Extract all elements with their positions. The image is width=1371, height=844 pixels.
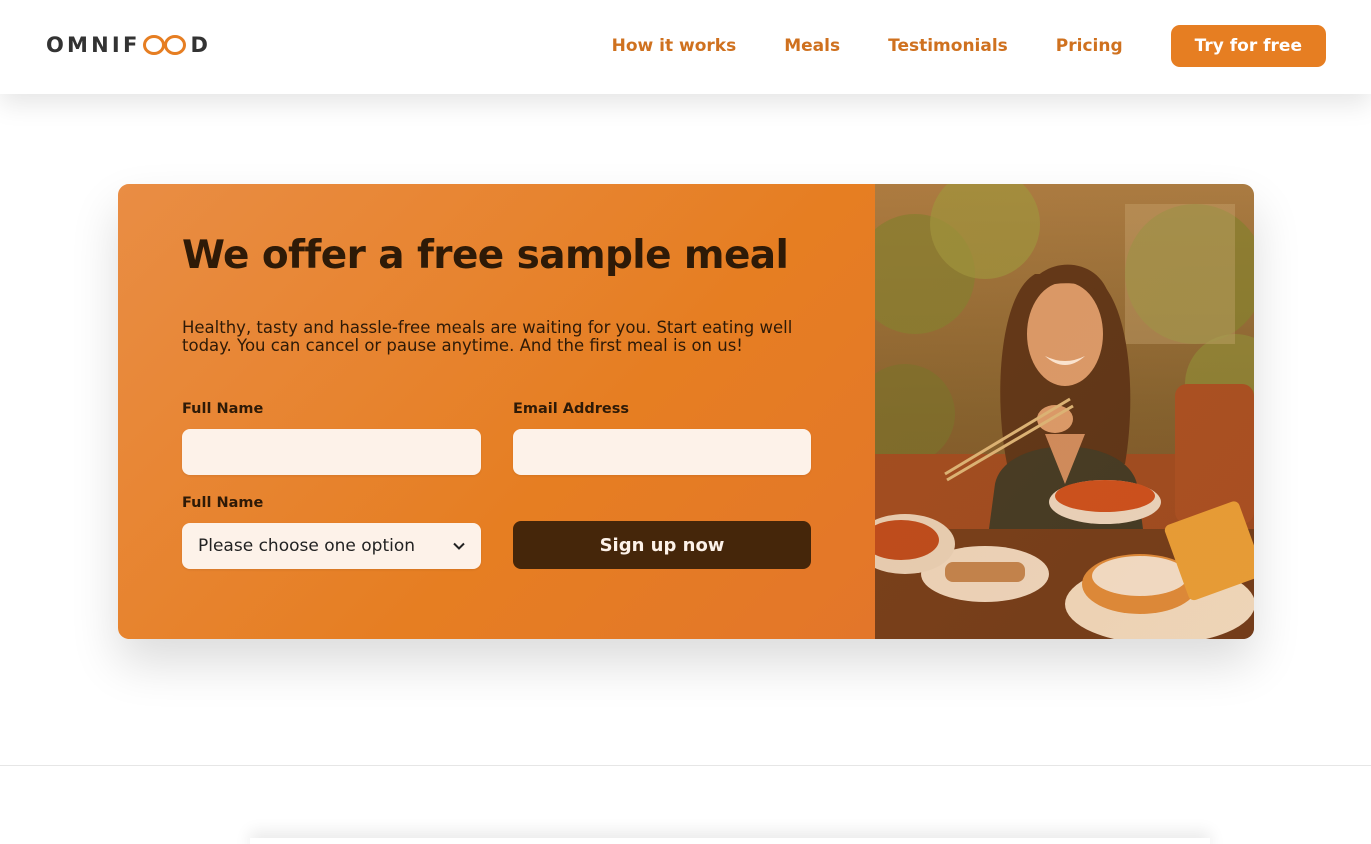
signup-button-wrap: Sign up now <box>513 495 811 570</box>
woman-eating-image <box>875 184 1254 639</box>
full-name-field-group: Full Name <box>182 401 481 476</box>
option-field-group: Full Name Please choose one option <box>182 495 481 570</box>
logo-text-left: OMNIF <box>46 33 141 57</box>
email-field-group: Email Address <box>513 401 811 476</box>
logo[interactable]: OMNIF D <box>46 32 211 58</box>
option-select-value: Please choose one option <box>198 536 416 557</box>
signup-form: Full Name Email Address Full Name Please… <box>182 401 811 570</box>
logo-text-right: D <box>190 33 212 57</box>
option-select[interactable]: Please choose one option <box>182 523 481 570</box>
cta-title: We offer a free sample meal <box>182 233 789 278</box>
email-label: Email Address <box>513 401 630 418</box>
sign-up-now-button[interactable]: Sign up now <box>513 521 811 570</box>
full-name-label: Full Name <box>182 401 264 418</box>
site-header: OMNIF D How it works Meals Testimonials … <box>0 0 1371 94</box>
full-name-input[interactable] <box>182 429 481 476</box>
try-for-free-button[interactable]: Try for free <box>1170 25 1326 67</box>
cta-description: Healthy, tasty and hassle-free meals are… <box>182 317 793 355</box>
section-divider <box>0 765 1371 766</box>
nav-link-how-it-works[interactable]: How it works <box>612 36 737 56</box>
email-input[interactable] <box>513 429 811 476</box>
nav-link-testimonials[interactable]: Testimonials <box>888 36 1008 56</box>
cta-text-box: We offer a free sample meal Healthy, tas… <box>118 184 875 639</box>
main-nav: How it works Meals Testimonials Pricing … <box>612 25 1326 67</box>
infinity-logo-icon <box>142 34 188 56</box>
next-section-card-edge <box>250 838 1210 844</box>
option-label: Full Name <box>182 495 264 512</box>
cta-card: We offer a free sample meal Healthy, tas… <box>118 184 1254 639</box>
nav-link-meals[interactable]: Meals <box>784 36 840 56</box>
chevron-down-icon <box>453 539 465 553</box>
nav-link-pricing[interactable]: Pricing <box>1056 36 1123 56</box>
